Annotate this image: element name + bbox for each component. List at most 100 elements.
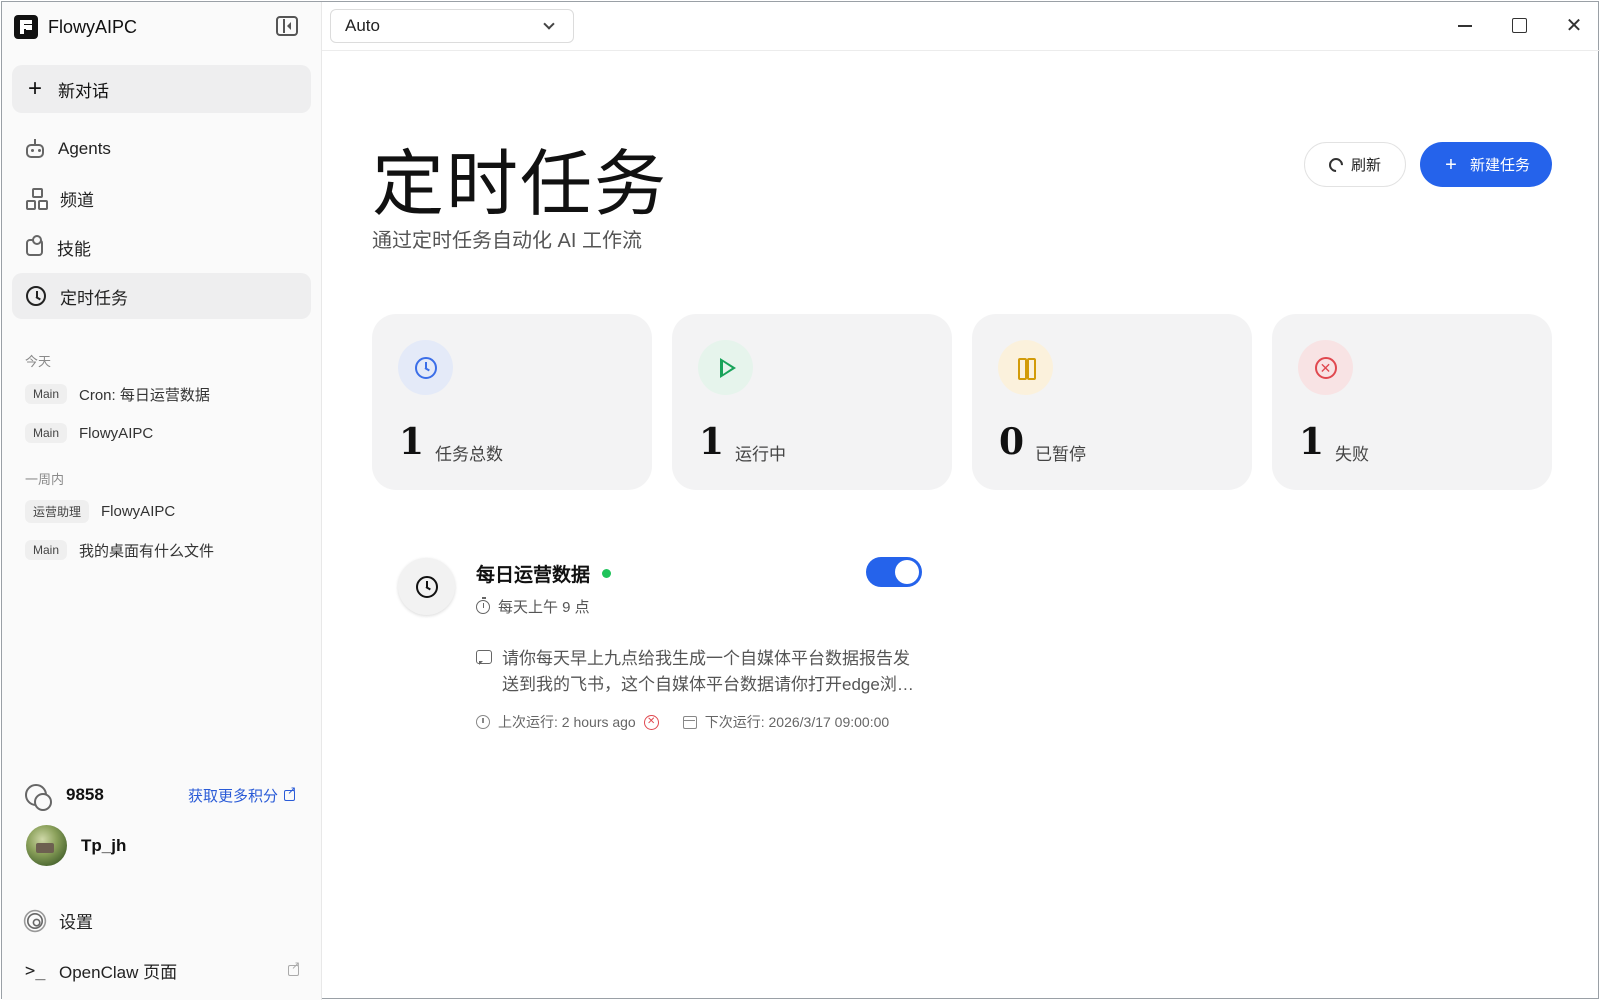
refresh-button[interactable]: 刷新 xyxy=(1304,142,1406,187)
brand: FlowyAIPC xyxy=(14,14,137,40)
minimize-window-button[interactable] xyxy=(1452,14,1478,38)
stat-label: 运行中 xyxy=(735,445,786,464)
gear-icon xyxy=(27,912,43,929)
external-link-icon xyxy=(288,959,300,976)
next-run-text: 下次运行: 2026/3/17 09:00:00 xyxy=(704,714,890,730)
task-enabled-toggle[interactable] xyxy=(866,557,922,587)
settings-button[interactable]: 设置 xyxy=(25,908,93,933)
app-name: FlowyAIPC xyxy=(48,16,138,37)
agent-tag: Main xyxy=(25,384,68,404)
history-item[interactable]: Main FlowyAIPC xyxy=(25,421,153,445)
stat-label: 失败 xyxy=(1335,445,1369,464)
openclaw-label: OpenClaw 页面 xyxy=(59,963,178,982)
timer-icon xyxy=(476,596,490,614)
history-icon xyxy=(476,715,490,729)
task-meta: 上次运行: 2 hours ago ✕ 下次运行: 2026/3/17 09:0… xyxy=(476,712,889,732)
clock-icon xyxy=(414,356,437,379)
stat-icon-wrap xyxy=(698,340,753,395)
sidebar-item-scheduled-tasks[interactable]: 定时任务 xyxy=(12,273,311,319)
agent-tag: Main xyxy=(25,540,68,560)
new-chat-label: 新对话 xyxy=(58,81,109,101)
user-profile[interactable]: Tp_jh xyxy=(26,825,126,866)
history-item-title: FlowyAIPC xyxy=(101,502,176,520)
sidebar-item-agents[interactable]: Agents xyxy=(12,126,311,172)
stat-card-total: 1 任务总数 xyxy=(372,314,652,490)
coins-icon xyxy=(25,784,52,811)
sidebar-item-skills[interactable]: 技能 xyxy=(12,224,311,270)
stat-value: 0 xyxy=(999,421,1025,463)
stat-value: 1 xyxy=(399,421,425,463)
maximize-window-button[interactable] xyxy=(1506,14,1532,38)
history-item-title: 我的桌面有什么文件 xyxy=(79,542,215,560)
task-description-text: 请你每天早上九点给我生成一个自媒体平台数据报告发送到我的飞书，这个自媒体平台数据… xyxy=(502,649,914,694)
clock-icon xyxy=(26,286,46,306)
stat-icon-wrap xyxy=(398,340,453,395)
new-chat-button[interactable]: + 新对话 xyxy=(12,65,311,113)
stat-label: 已暂停 xyxy=(1035,445,1086,464)
network-icon xyxy=(26,188,46,210)
refresh-label: 刷新 xyxy=(1350,157,1381,174)
error-circle-icon: ✕ xyxy=(1314,356,1337,379)
plus-icon: + xyxy=(27,75,42,102)
stat-icon-wrap: ✕ xyxy=(1298,340,1353,395)
puzzle-icon xyxy=(26,234,43,256)
agent-tag: Main xyxy=(25,423,68,443)
collapse-sidebar-icon[interactable] xyxy=(276,16,298,36)
user-name: Tp_jh xyxy=(81,835,127,855)
robot-icon xyxy=(26,139,44,158)
page-subtitle: 通过定时任务自动化 AI 工作流 xyxy=(372,230,643,252)
app-window: FlowyAIPC + 新对话 Agents 频道 技能 定时任务 今天 Mai… xyxy=(1,1,1600,1000)
stat-icon-wrap xyxy=(998,340,1053,395)
clock-icon xyxy=(415,575,438,598)
external-link-icon xyxy=(284,784,296,801)
new-task-button[interactable]: + 新建任务 xyxy=(1420,142,1552,187)
failed-status-icon: ✕ xyxy=(643,714,659,730)
settings-label: 设置 xyxy=(59,913,93,932)
page-title: 定时任务 xyxy=(372,142,669,226)
plus-icon: + xyxy=(1445,153,1457,176)
stat-card-running: 1 运行中 xyxy=(672,314,952,490)
history-item[interactable]: 运营助理 FlowyAIPC xyxy=(25,499,175,523)
new-task-label: 新建任务 xyxy=(1469,157,1530,174)
sidebar-nav: Agents 频道 技能 定时任务 xyxy=(12,126,311,322)
last-run-text: 上次运行: 2 hours ago xyxy=(498,714,636,730)
task-card[interactable]: 每日运营数据 每天上午 9 点 请你每天早上九点给我生成一个自媒体平台数据报告发… xyxy=(372,532,932,752)
play-icon xyxy=(719,357,736,378)
pause-icon xyxy=(1017,357,1036,380)
credits-value: 9858 xyxy=(66,785,104,804)
task-description: 请你每天早上九点给我生成一个自媒体平台数据报告发送到我的飞书，这个自媒体平台数据… xyxy=(476,646,916,698)
model-select[interactable]: Auto xyxy=(330,9,574,43)
stat-card-failed: ✕ 1 失败 xyxy=(1272,314,1552,490)
stat-card-paused: 0 已暂停 xyxy=(972,314,1252,490)
sidebar-item-label: 技能 xyxy=(57,239,91,259)
message-icon xyxy=(476,650,492,665)
task-title-row: 每日运营数据 xyxy=(476,560,612,587)
history-item-title: FlowyAIPC xyxy=(79,424,154,442)
stat-label: 任务总数 xyxy=(435,445,503,464)
terminal-icon: >_ xyxy=(25,960,46,981)
task-schedule: 每天上午 9 点 xyxy=(476,596,590,617)
history-item[interactable]: Main Cron: 每日运营数据 xyxy=(25,382,210,406)
task-schedule-text: 每天上午 9 点 xyxy=(498,599,590,616)
get-more-credits-link[interactable]: 获取更多积分 xyxy=(187,784,296,806)
sidebar-item-channels[interactable]: 频道 xyxy=(12,175,311,221)
model-select-value: Auto xyxy=(345,16,380,35)
app-logo-icon xyxy=(14,15,38,39)
history-item[interactable]: Main 我的桌面有什么文件 xyxy=(25,538,214,562)
avatar xyxy=(26,825,67,866)
agent-tag: 运营助理 xyxy=(25,499,90,523)
task-title: 每日运营数据 xyxy=(476,565,591,586)
status-dot xyxy=(602,569,612,578)
credits-row: 9858 获取更多积分 xyxy=(25,782,296,811)
history-section-week: 一周内 xyxy=(25,472,65,487)
sidebar-item-label: 频道 xyxy=(60,190,94,210)
get-more-credits-label: 获取更多积分 xyxy=(187,787,278,805)
openclaw-page-link[interactable]: >_ OpenClaw 页面 xyxy=(25,958,300,983)
close-window-button[interactable]: ✕ xyxy=(1561,14,1587,38)
chevron-down-icon xyxy=(543,18,555,30)
history-section-today: 今天 xyxy=(25,354,52,369)
refresh-icon xyxy=(1326,154,1346,175)
calendar-icon xyxy=(682,715,697,729)
history-item-title: Cron: 每日运营数据 xyxy=(79,386,210,404)
stat-value: 1 xyxy=(699,421,725,463)
